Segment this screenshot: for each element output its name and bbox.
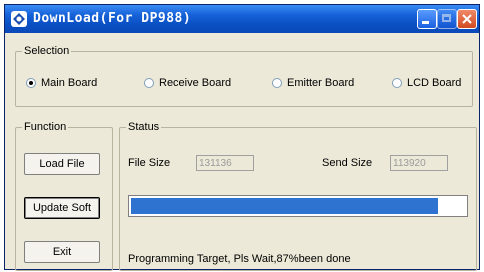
radio-label: LCD Board <box>407 77 462 89</box>
radio-button-icon[interactable] <box>392 78 402 88</box>
radio-button-icon[interactable] <box>144 78 154 88</box>
radio-label: Main Board <box>41 77 98 89</box>
function-legend: Function <box>24 121 67 133</box>
app-icon <box>11 11 27 27</box>
radio-lcd-board[interactable]: LCD Board <box>392 77 461 89</box>
file-size-label: File Size <box>128 157 171 169</box>
maximize-icon[interactable] <box>437 9 457 29</box>
progress-bar <box>128 195 468 217</box>
title-bar[interactable]: DownLoad(For DP988) <box>5 5 479 33</box>
radio-button-icon[interactable] <box>26 78 36 88</box>
radio-receive-board[interactable]: Receive Board <box>144 77 231 89</box>
function-group: Function Load File Update Soft Exit <box>15 121 113 271</box>
radio-label: Receive Board <box>159 77 232 89</box>
close-icon[interactable] <box>457 9 477 29</box>
exit-button[interactable]: Exit <box>24 241 100 263</box>
minimize-icon[interactable] <box>417 9 437 29</box>
window-title: DownLoad(For DP988) <box>33 11 192 26</box>
selection-group: Selection Main Board Receive Board Emitt… <box>15 45 473 107</box>
status-legend: Status <box>128 121 160 133</box>
radio-label: Emitter Board <box>287 77 355 89</box>
send-size-label: Send Size <box>322 157 373 169</box>
radio-button-icon[interactable] <box>272 78 282 88</box>
status-group: Status File Size 131136 Send Size 113920… <box>119 121 477 271</box>
progress-fill <box>131 198 439 214</box>
selection-legend: Selection <box>24 45 70 57</box>
status-message: Programming Target, Pls Wait,87%been don… <box>128 253 351 265</box>
radio-emitter-board[interactable]: Emitter Board <box>272 77 354 89</box>
update-soft-button[interactable]: Update Soft <box>24 197 100 219</box>
download-window: DownLoad(For DP988) Selection Main Board… <box>4 4 480 271</box>
load-file-button[interactable]: Load File <box>24 153 100 175</box>
send-size-field: 113920 <box>390 155 448 171</box>
file-size-field: 131136 <box>196 155 254 171</box>
radio-main-board[interactable]: Main Board <box>26 77 97 89</box>
